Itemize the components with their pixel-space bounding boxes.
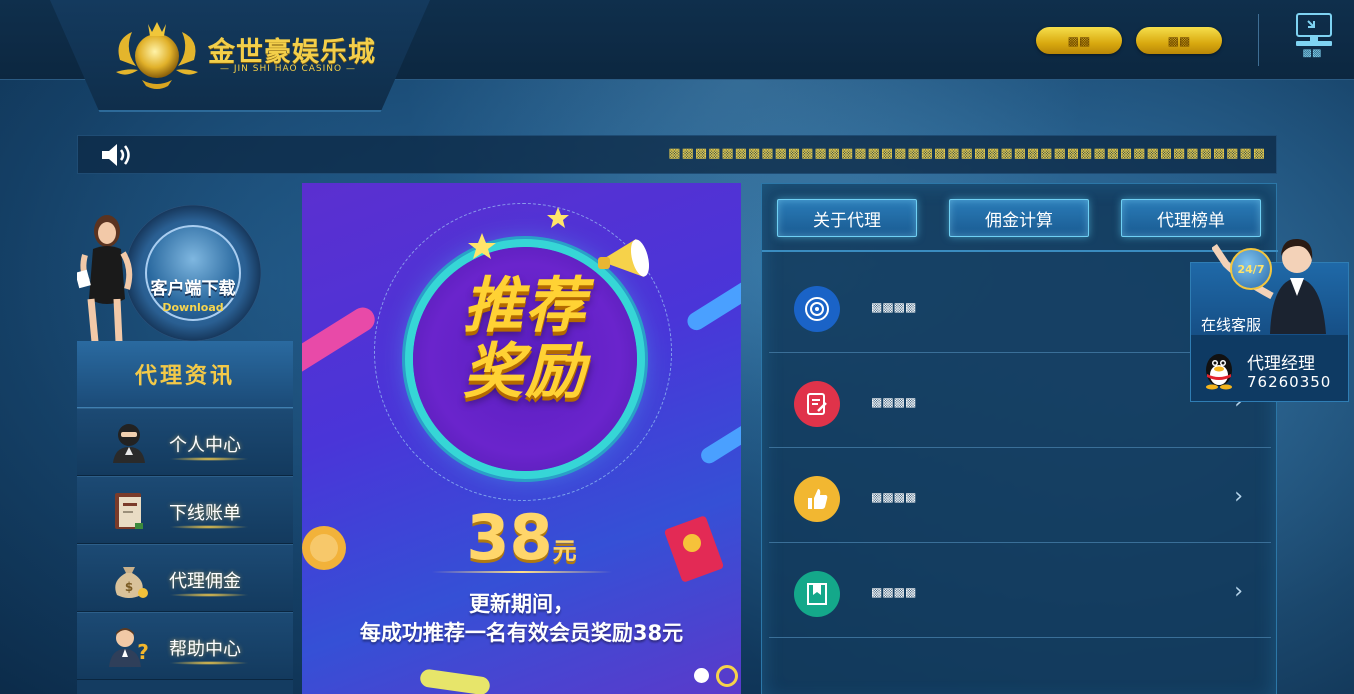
- tab-about-agent[interactable]: 关于代理: [777, 199, 917, 237]
- logo-subtitle-text: JIN SHI HAO CASINO: [233, 64, 343, 74]
- banner-title-line2: 奖励: [463, 337, 587, 407]
- tab-agent-ranking[interactable]: 代理榜单: [1121, 199, 1261, 237]
- nav-item-downline-bill[interactable]: 下线账单: [77, 476, 293, 544]
- logo-subtitle: — JIN SHI HAO CASINO —: [220, 64, 356, 74]
- target-icon: [794, 286, 840, 332]
- customer-service-agent-icon: [1212, 238, 1326, 334]
- svg-text:?: ?: [137, 640, 149, 664]
- decor-streak: [419, 668, 491, 694]
- ledger-book-icon: [115, 493, 143, 529]
- help-person-icon: ?: [109, 628, 149, 667]
- nav-glow: [169, 457, 249, 461]
- chevron-right-icon: ›: [1234, 579, 1243, 604]
- agent-manager-number: 76260350: [1247, 373, 1332, 391]
- nav-glow: [169, 661, 249, 665]
- banner-amount-value: 38: [466, 501, 553, 574]
- decor-streak: [302, 303, 380, 387]
- decor-streak: [698, 415, 741, 467]
- logo-emblem-icon[interactable]: [112, 20, 202, 92]
- announcement-text: ▩▩▩▩▩▩▩▩▩▩▩▩▩▩▩▩▩▩▩▩▩▩▩▩▩▩▩▩▩▩▩▩▩▩▩▩▩▩▩▩…: [668, 146, 1266, 161]
- thumbs-up-icon: [794, 476, 840, 522]
- decor-streak: [684, 270, 741, 334]
- nav-label-help-center: 帮助中心: [169, 639, 241, 660]
- nav-label-personal-center: 个人中心: [169, 435, 241, 456]
- nav-item-agent-commission[interactable]: $ 代理佣金: [77, 544, 293, 612]
- chevron-right-icon: ›: [1234, 484, 1243, 509]
- banner-divider: [432, 571, 612, 573]
- client-download[interactable]: 客户端下载 Download: [77, 205, 292, 342]
- nav-item-help-center[interactable]: ? 帮助中心: [77, 612, 293, 680]
- agent-panel: 关于代理 佣金计算 代理榜单 ▩▩▩▩ ▩▩▩▩ › ▩▩▩▩ › ▩▩▩▩ ›: [761, 183, 1278, 694]
- banner-title: 推荐 奖励: [413, 273, 637, 405]
- header-button-2[interactable]: ▩▩: [1136, 27, 1222, 54]
- money-bag-icon: $: [115, 567, 148, 598]
- carousel-dot-1[interactable]: [694, 668, 709, 683]
- panel-row-label: ▩▩▩▩: [871, 395, 917, 409]
- speaker-icon[interactable]: [100, 142, 134, 168]
- tab-strip: [762, 250, 1278, 252]
- qq-penguin-icon: [1206, 354, 1232, 390]
- agent-info-nav: 代理资讯 个人中心 下线账单 $ 代理佣金 ? 帮助中心: [77, 341, 293, 694]
- tab-commission-calc[interactable]: 佣金计算: [949, 199, 1089, 237]
- banner-line-2: 每成功推荐一名有效会员奖励38元: [359, 621, 684, 645]
- header-button-1[interactable]: ▩▩: [1036, 27, 1122, 54]
- stars-icon: [468, 207, 569, 259]
- nav-glow: [169, 593, 249, 597]
- nav-label-downline-bill: 下线账单: [169, 503, 241, 524]
- nav-glow: [169, 525, 249, 529]
- download-subtitle: Download: [162, 301, 224, 314]
- banner-title-line1: 推荐: [463, 271, 587, 341]
- promo-banner[interactable]: 推荐 奖励 38元 更新期间， 每成功推荐一名有效会员奖励38元: [302, 183, 741, 694]
- banner-amount: 38元: [302, 501, 741, 574]
- panel-row-4[interactable]: ▩▩▩▩ ›: [769, 543, 1271, 638]
- agent-manager-qq[interactable]: 代理经理 76260350: [1191, 337, 1348, 401]
- carousel-dot-2[interactable]: [716, 665, 738, 687]
- 24-7-badge-icon: 24/7: [1230, 248, 1272, 290]
- banner-line-1: 更新期间，: [469, 592, 574, 616]
- nav-label-agent-commission: 代理佣金: [169, 571, 241, 592]
- panel-row-3[interactable]: ▩▩▩▩ ›: [769, 448, 1271, 543]
- banner-amount-unit: 元: [552, 537, 577, 565]
- download-title: 客户端下载: [150, 279, 236, 299]
- ninja-avatar-icon: [113, 424, 145, 463]
- panel-row-label: ▩▩▩▩: [871, 300, 917, 314]
- panel-row-label: ▩▩▩▩: [871, 490, 917, 504]
- agent-manager-title: 代理经理: [1247, 354, 1315, 374]
- edit-document-icon: [794, 381, 840, 427]
- computer-label: ▩▩: [1302, 48, 1322, 59]
- announcement-bar: ▩▩▩▩▩▩▩▩▩▩▩▩▩▩▩▩▩▩▩▩▩▩▩▩▩▩▩▩▩▩▩▩▩▩▩▩▩▩▩▩…: [77, 135, 1277, 174]
- svg-text:$: $: [125, 580, 133, 594]
- panel-row-label: ▩▩▩▩: [871, 585, 917, 599]
- bookmark-board-icon: [794, 571, 840, 617]
- header-divider: [1258, 14, 1259, 66]
- agent-info-heading: 代理资讯: [77, 341, 293, 408]
- nav-item-personal-center[interactable]: 个人中心: [77, 408, 293, 476]
